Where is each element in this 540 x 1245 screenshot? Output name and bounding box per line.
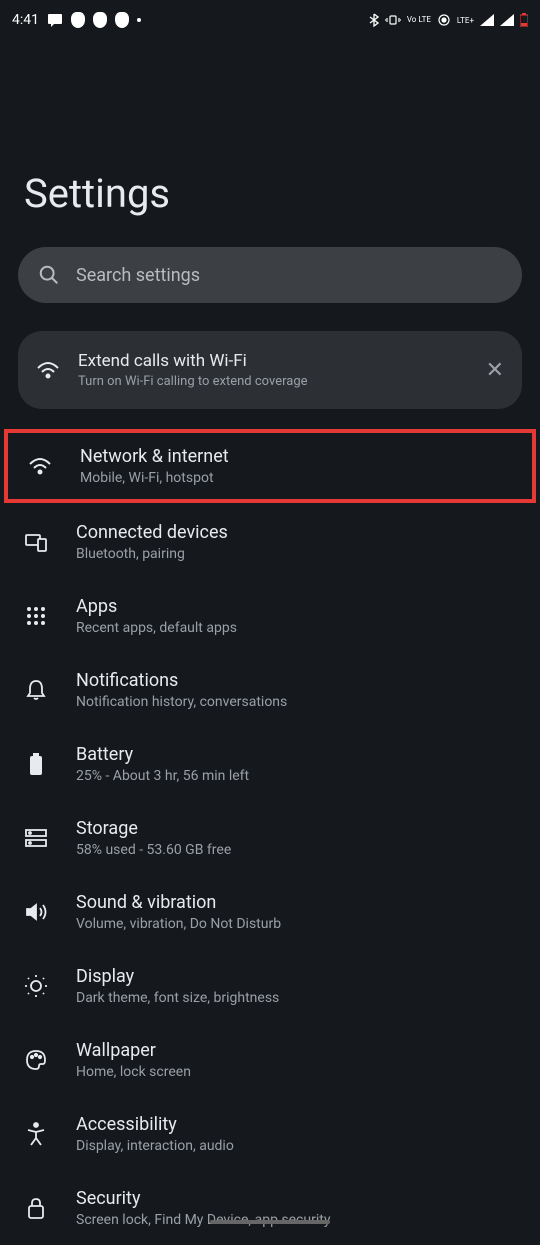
nav-indicator[interactable]: [210, 1220, 330, 1224]
setting-title: Storage: [76, 818, 516, 839]
promo-title: Extend calls with Wi-Fi: [78, 351, 468, 371]
wifi-icon: [28, 454, 52, 478]
setting-storage[interactable]: Storage 58% used - 53.60 GB free: [0, 801, 540, 875]
lte-indicator: LTE+: [457, 16, 474, 25]
snapchat-icon-1: [71, 12, 85, 28]
signal-icon-1: [480, 14, 494, 26]
setting-title: Accessibility: [76, 1114, 516, 1135]
setting-title: Apps: [76, 596, 516, 617]
status-bar: 4:41 Vo LTE LTE+: [0, 0, 540, 40]
setting-title: Battery: [76, 744, 516, 765]
setting-apps[interactable]: Apps Recent apps, default apps: [0, 579, 540, 653]
page-title: Settings: [0, 40, 540, 247]
setting-subtitle: Display, interaction, audio: [76, 1138, 516, 1154]
more-notifications-dot: [137, 18, 141, 22]
setting-title: Display: [76, 966, 516, 987]
hotspot-icon: [437, 13, 451, 27]
search-placeholder: Search settings: [76, 265, 200, 286]
setting-connected-devices[interactable]: Connected devices Bluetooth, pairing: [0, 505, 540, 579]
accessibility-icon: [24, 1122, 48, 1146]
battery-icon: [24, 752, 48, 776]
setting-battery[interactable]: Battery 25% - About 3 hr, 56 min left: [0, 727, 540, 801]
setting-title: Notifications: [76, 670, 516, 691]
setting-subtitle: 58% used - 53.60 GB free: [76, 842, 516, 858]
setting-subtitle: Dark theme, font size, brightness: [76, 990, 516, 1006]
snapchat-icon-2: [93, 12, 107, 28]
search-input[interactable]: Search settings: [18, 247, 522, 303]
setting-subtitle: Recent apps, default apps: [76, 620, 516, 636]
volte-indicator: Vo LTE: [407, 16, 431, 24]
setting-title: Network & internet: [80, 446, 512, 467]
setting-network-internet[interactable]: Network & internet Mobile, Wi-Fi, hotspo…: [4, 429, 536, 503]
volume-icon: [24, 900, 48, 924]
search-icon: [38, 264, 60, 286]
setting-subtitle: Notification history, conversations: [76, 694, 516, 710]
setting-title: Connected devices: [76, 522, 516, 543]
setting-wallpaper[interactable]: Wallpaper Home, lock screen: [0, 1023, 540, 1097]
signal-icon-2: [500, 14, 514, 26]
bluetooth-icon: [369, 13, 379, 27]
vibrate-icon: [385, 14, 401, 26]
setting-subtitle: Bluetooth, pairing: [76, 546, 516, 562]
setting-subtitle: Home, lock screen: [76, 1064, 516, 1080]
message-icon: [47, 13, 63, 27]
status-left: 4:41: [12, 12, 141, 28]
setting-title: Security: [76, 1188, 516, 1209]
wifi-calling-promo[interactable]: Extend calls with Wi-Fi Turn on Wi-Fi ca…: [18, 331, 522, 409]
setting-security[interactable]: Security Screen lock, Find My Device, ap…: [0, 1171, 540, 1245]
close-icon[interactable]: ✕: [486, 358, 504, 383]
setting-accessibility[interactable]: Accessibility Display, interaction, audi…: [0, 1097, 540, 1171]
setting-subtitle: Volume, vibration, Do Not Disturb: [76, 916, 516, 932]
promo-subtitle: Turn on Wi-Fi calling to extend coverage: [78, 374, 468, 389]
status-right: Vo LTE LTE+: [369, 13, 528, 27]
storage-icon: [24, 826, 48, 850]
snapchat-icon-3: [115, 12, 129, 28]
settings-list: Network & internet Mobile, Wi-Fi, hotspo…: [0, 429, 540, 1245]
setting-title: Wallpaper: [76, 1040, 516, 1061]
battery-icon: [520, 13, 528, 27]
setting-title: Sound & vibration: [76, 892, 516, 913]
setting-subtitle: Mobile, Wi-Fi, hotspot: [80, 470, 512, 486]
clock: 4:41: [12, 12, 39, 28]
palette-icon: [24, 1048, 48, 1072]
apps-icon: [24, 604, 48, 628]
devices-icon: [24, 530, 48, 554]
setting-notifications[interactable]: Notifications Notification history, conv…: [0, 653, 540, 727]
promo-text: Extend calls with Wi-Fi Turn on Wi-Fi ca…: [78, 351, 468, 389]
wifi-icon: [36, 358, 60, 382]
setting-subtitle: 25% - About 3 hr, 56 min left: [76, 768, 516, 784]
setting-sound-vibration[interactable]: Sound & vibration Volume, vibration, Do …: [0, 875, 540, 949]
setting-display[interactable]: Display Dark theme, font size, brightnes…: [0, 949, 540, 1023]
bell-icon: [24, 678, 48, 702]
brightness-icon: [24, 974, 48, 998]
lock-icon: [24, 1196, 48, 1220]
